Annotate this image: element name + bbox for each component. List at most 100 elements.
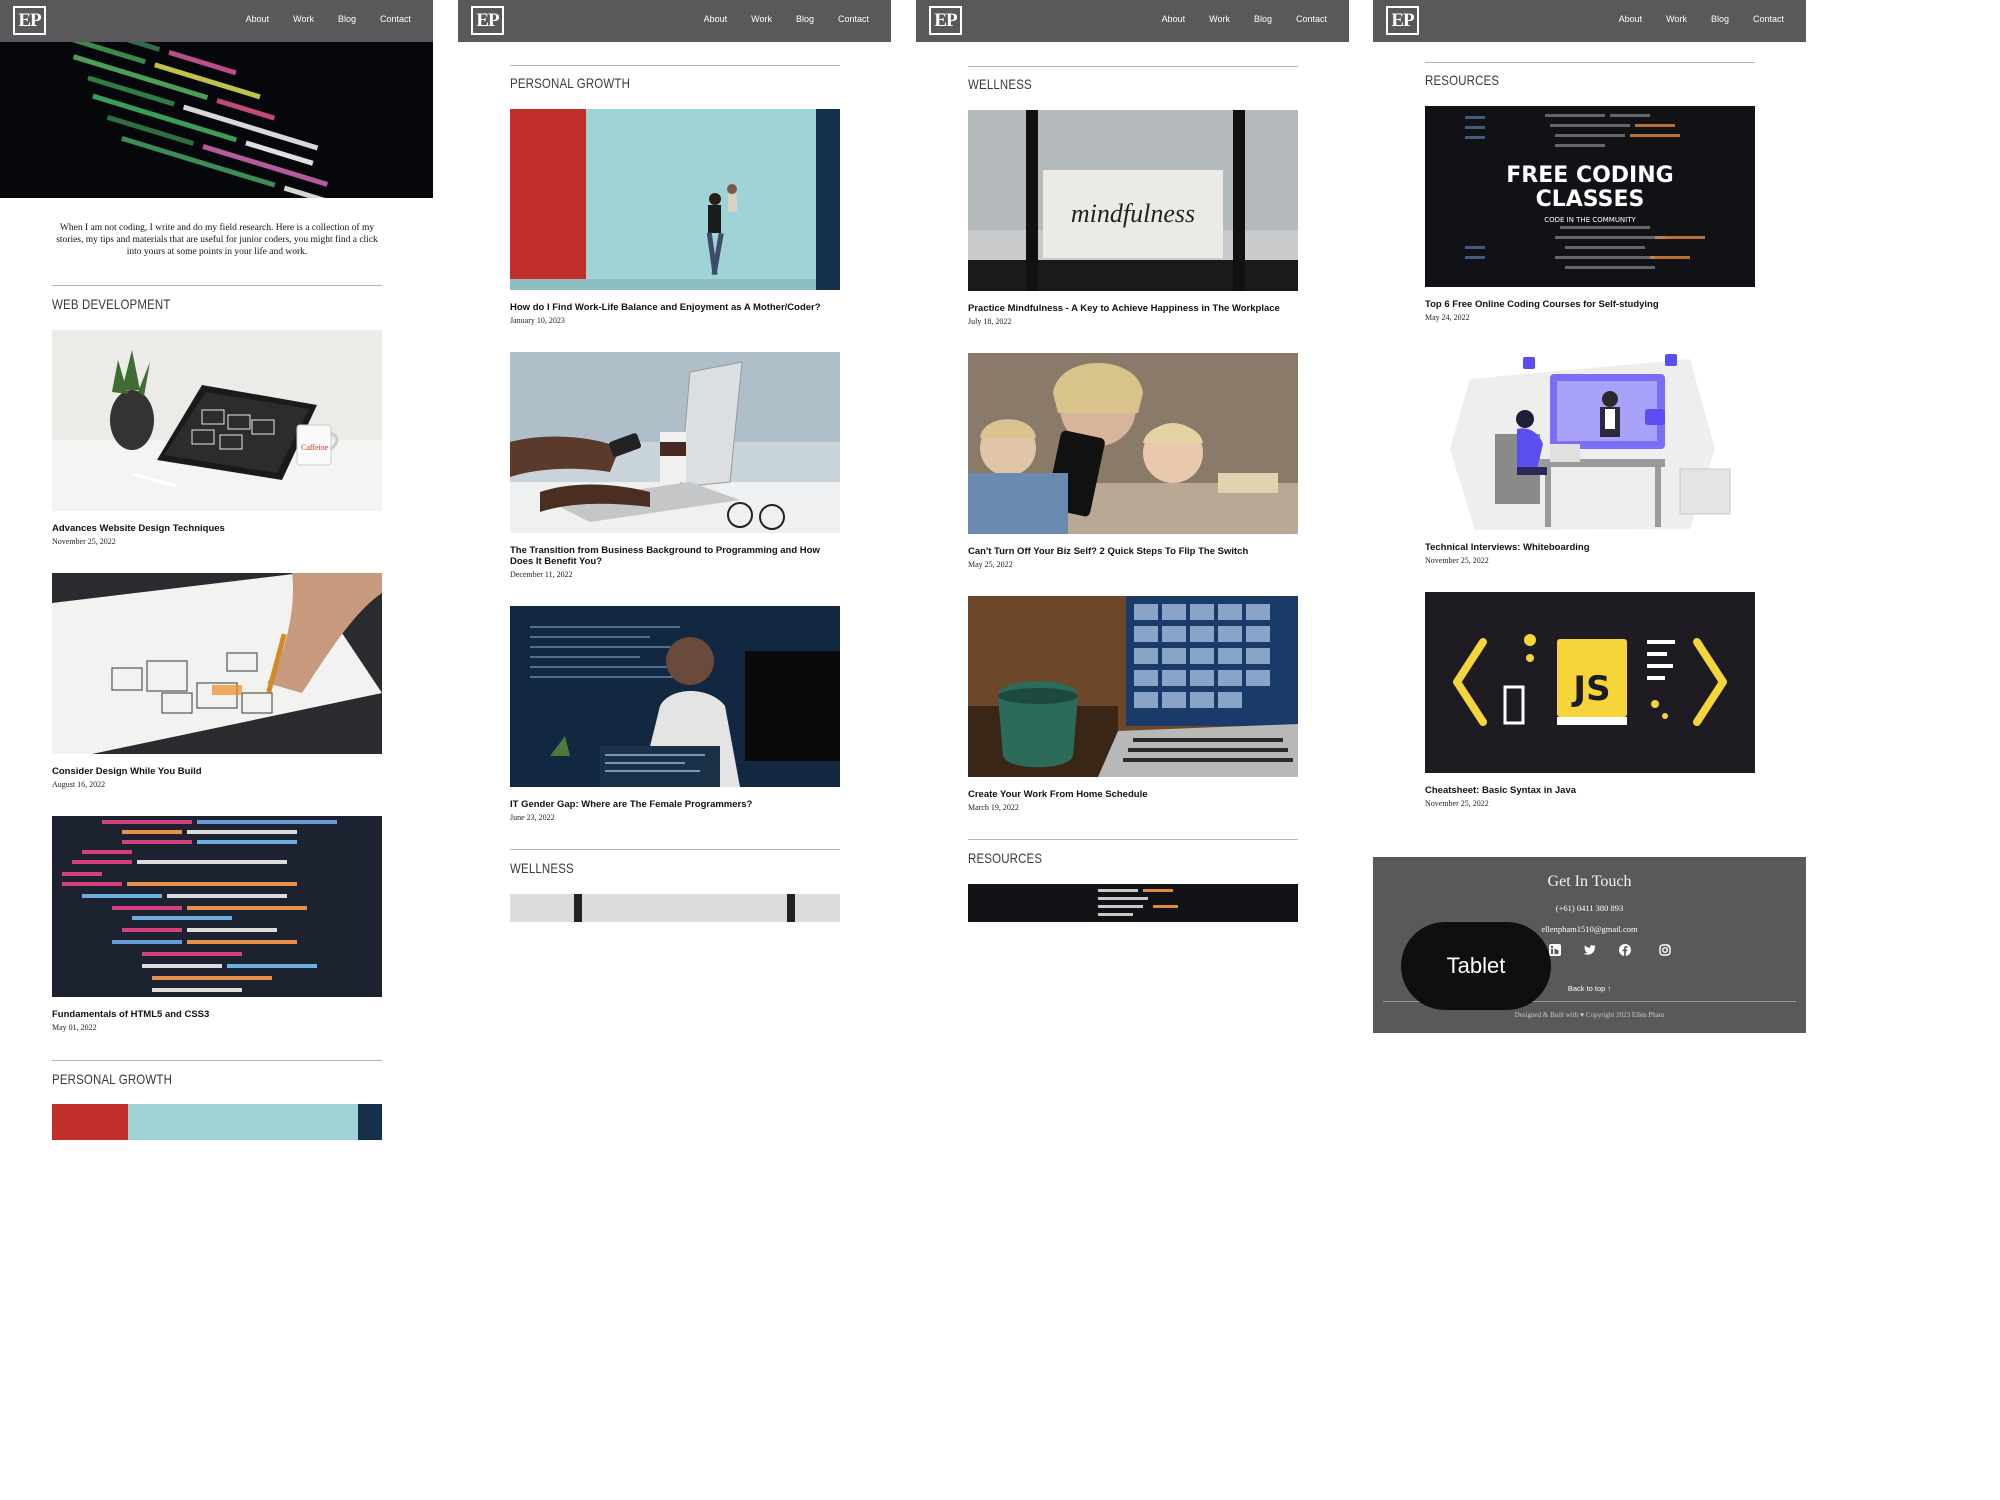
nav-work-link[interactable]: Work — [269, 14, 314, 24]
nav-contact-link[interactable]: Contact — [1272, 14, 1327, 24]
nav-blog-link[interactable]: Blog — [772, 14, 814, 24]
site-logo[interactable]: EP — [929, 6, 962, 35]
code-community-text: CODE IN THE COMMUNITY — [1544, 216, 1636, 224]
section-divider — [510, 849, 840, 850]
nav-contact-link[interactable]: Contact — [356, 14, 411, 24]
post-image-coding-classes-partial[interactable] — [968, 884, 1298, 922]
post-title[interactable]: Advances Website Design Techniques — [52, 523, 382, 534]
nav-about-link[interactable]: About — [680, 14, 728, 24]
mobile-view-panel-4: EP About Work Blog Contact RESOURCES FRE… — [1373, 0, 1806, 1033]
section-title-wellness: WELLNESS — [510, 860, 574, 876]
section-divider — [968, 839, 1298, 840]
intro-text: When I am not coding, I write and do my … — [56, 223, 378, 257]
post-date: May 25, 2022 — [968, 560, 1013, 569]
mobile-view-panel-3: EP About Work Blog Contact WELLNESS mind… — [916, 0, 1349, 922]
post-image-html-code[interactable] — [52, 816, 382, 997]
post-image-video-call[interactable] — [968, 596, 1298, 777]
post-date: March 19, 2022 — [968, 803, 1019, 812]
post-image-laptop-phone[interactable] — [510, 352, 840, 533]
post-title[interactable]: How do I Find Work-Life Balance and Enjo… — [510, 302, 840, 313]
post-date: August 16, 2022 — [52, 780, 106, 789]
post-image-free-coding-classes[interactable]: FREE CODING CLASSES CODE IN THE COMMUNIT… — [1425, 106, 1755, 287]
nav-work-link[interactable]: Work — [1642, 14, 1687, 24]
post-image-mother-child-partial[interactable] — [52, 1104, 382, 1140]
post-title[interactable]: Cheatsheet: Basic Syntax in Java — [1425, 785, 1755, 796]
copyright-text: Designed & Built with ♥ Copyright 2023 E… — [1514, 1011, 1665, 1019]
top-nav: EP About Work Blog Contact — [916, 0, 1349, 42]
nav-blog-link[interactable]: Blog — [314, 14, 356, 24]
section-title-web-development: WEB DEVELOPMENT — [52, 296, 171, 312]
nav-about-link[interactable]: About — [222, 14, 270, 24]
hero-code-image — [0, 42, 433, 198]
post-image-design-techniques[interactable]: Caffeine — [52, 330, 382, 511]
nav-work-link[interactable]: Work — [727, 14, 772, 24]
mobile-view-panel-1: EP About Work Blog Contact When I am not… — [0, 0, 433, 1140]
section-divider — [968, 66, 1298, 67]
nav-blog-link[interactable]: Blog — [1687, 14, 1729, 24]
section-divider — [52, 1060, 382, 1061]
post-image-mindfulness[interactable]: mindfulness — [968, 110, 1298, 291]
post-title[interactable]: The Transition from Business Background … — [510, 545, 840, 567]
nav-about-link[interactable]: About — [1595, 14, 1643, 24]
post-title[interactable]: Consider Design While You Build — [52, 766, 382, 777]
mobile-view-panel-2: EP About Work Blog Contact PERSONAL GROW… — [458, 0, 891, 922]
caffeine-mug-text: Caffeine — [301, 443, 329, 452]
post-title[interactable]: Fundamentals of HTML5 and CSS3 — [52, 1009, 382, 1020]
nav-contact-link[interactable]: Contact — [1729, 14, 1784, 24]
post-date: May 01, 2022 — [52, 1023, 97, 1032]
post-date: June 23, 2022 — [510, 813, 555, 822]
linkedin-icon[interactable] — [1548, 943, 1562, 957]
post-date: November 25, 2022 — [1425, 556, 1489, 565]
site-logo[interactable]: EP — [471, 6, 504, 35]
section-title-personal-growth: PERSONAL GROWTH — [510, 75, 631, 91]
js-book-text: JS — [1571, 669, 1610, 709]
facebook-icon[interactable] — [1618, 943, 1632, 957]
post-title[interactable]: IT Gender Gap: Where are The Female Prog… — [510, 799, 840, 810]
post-image-mother-phone[interactable] — [968, 353, 1298, 534]
instagram-icon[interactable] — [1658, 943, 1672, 957]
section-divider — [52, 285, 382, 286]
mindfulness-card-text: mindfulness — [1071, 199, 1195, 228]
post-title[interactable]: Create Your Work From Home Schedule — [968, 789, 1298, 800]
twitter-icon[interactable] — [1583, 943, 1597, 957]
section-title-personal-growth: PERSONAL GROWTH — [52, 1071, 173, 1087]
section-title-resources: RESOURCES — [1425, 72, 1500, 88]
site-logo[interactable]: EP — [1386, 6, 1419, 35]
post-image-female-programmer[interactable] — [510, 606, 840, 787]
post-image-java-cheatsheet[interactable]: JS — [1425, 592, 1755, 773]
nav-links: About Work Blog Contact — [680, 14, 869, 24]
site-logo[interactable]: EP — [13, 6, 46, 35]
post-date: November 25, 2022 — [1425, 799, 1489, 808]
nav-blog-link[interactable]: Blog — [1230, 14, 1272, 24]
post-date: May 24, 2022 — [1425, 313, 1470, 322]
footer-phone[interactable]: (+61) 0411 380 893 — [1373, 903, 1806, 913]
nav-links: About Work Blog Contact — [1595, 14, 1784, 24]
nav-links: About Work Blog Contact — [222, 14, 411, 24]
post-title[interactable]: Practice Mindfulness - A Key to Achieve … — [968, 303, 1298, 314]
tablet-badge[interactable]: Tablet — [1401, 922, 1551, 1010]
post-date: January 10, 2023 — [510, 316, 565, 325]
post-title[interactable]: Top 6 Free Online Coding Courses for Sel… — [1425, 299, 1755, 310]
post-title[interactable]: Can't Turn Off Your Biz Self? 2 Quick St… — [968, 546, 1298, 557]
section-divider — [1425, 62, 1755, 63]
nav-links: About Work Blog Contact — [1138, 14, 1327, 24]
nav-work-link[interactable]: Work — [1185, 14, 1230, 24]
post-image-mother-child[interactable] — [510, 109, 840, 290]
nav-about-link[interactable]: About — [1138, 14, 1186, 24]
section-divider — [510, 65, 840, 66]
nav-contact-link[interactable]: Contact — [814, 14, 869, 24]
post-date: December 11, 2022 — [510, 570, 573, 579]
top-nav: EP About Work Blog Contact — [458, 0, 891, 42]
post-image-mindfulness-partial[interactable] — [510, 894, 840, 922]
footer-title: Get In Touch — [1547, 873, 1632, 890]
post-image-whiteboarding-illustration[interactable] — [1425, 349, 1755, 530]
post-title[interactable]: Technical Interviews: Whiteboarding — [1425, 542, 1755, 553]
post-date: July 18, 2022 — [968, 317, 1012, 326]
top-nav: EP About Work Blog Contact — [1373, 0, 1806, 42]
classes-text: CLASSES — [1536, 187, 1645, 212]
top-nav: EP About Work Blog Contact — [0, 0, 433, 42]
post-image-wireframe-sketch[interactable] — [52, 573, 382, 754]
free-coding-text: FREE CODING — [1506, 163, 1673, 188]
section-title-wellness: WELLNESS — [968, 76, 1032, 92]
section-title-resources: RESOURCES — [968, 850, 1043, 866]
